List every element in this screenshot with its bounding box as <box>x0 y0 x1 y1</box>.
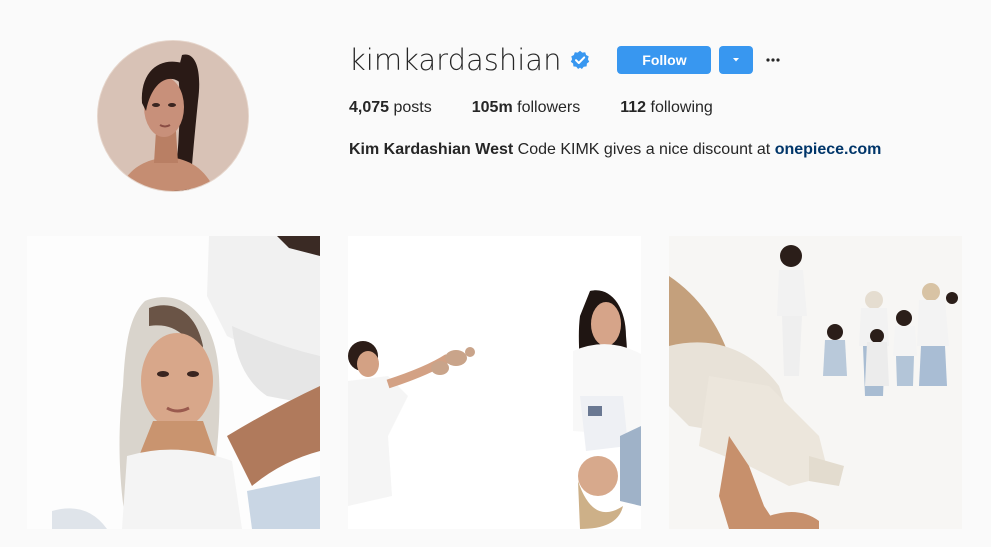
profile-header: kimkardashian Follow <box>349 40 781 80</box>
posts-stat: 4,075 posts <box>349 99 432 117</box>
profile-avatar[interactable] <box>97 40 249 192</box>
post-thumbnail[interactable] <box>27 236 320 529</box>
post-image <box>27 236 320 529</box>
profile-bio: Kim Kardashian West Code KIMK gives a ni… <box>349 141 881 159</box>
post-thumbnail[interactable] <box>348 236 641 529</box>
following-count: 112 <box>620 99 647 116</box>
post-thumbnail[interactable] <box>669 236 962 529</box>
followers-count: 105m <box>471 99 513 116</box>
avatar-image <box>98 41 248 191</box>
username: kimkardashian <box>349 43 562 77</box>
post-image <box>669 236 962 529</box>
suggestions-dropdown-button[interactable] <box>719 46 754 74</box>
bio-link[interactable]: onepiece.com <box>775 141 882 158</box>
profile-stats: 4,075 posts 105m followers 112 following <box>349 99 753 117</box>
following-label: following <box>650 99 713 116</box>
posts-label: posts <box>393 99 432 116</box>
verified-badge-icon <box>571 50 590 69</box>
caret-down-icon <box>733 58 740 62</box>
followers-stat[interactable]: 105m followers <box>472 99 581 117</box>
following-stat[interactable]: 112 following <box>620 99 713 117</box>
followers-label: followers <box>517 99 581 116</box>
full-name: Kim Kardashian West <box>349 141 514 158</box>
more-options-button[interactable] <box>765 52 781 68</box>
posts-count: 4,075 <box>349 99 390 116</box>
follow-button[interactable]: Follow <box>617 46 712 74</box>
post-image <box>348 236 641 529</box>
more-options-icon <box>766 58 781 62</box>
profile-page: kimkardashian Follow 4,075 posts 105m fo… <box>0 0 991 547</box>
bio-text: Code KIMK gives a nice discount at <box>517 141 771 158</box>
